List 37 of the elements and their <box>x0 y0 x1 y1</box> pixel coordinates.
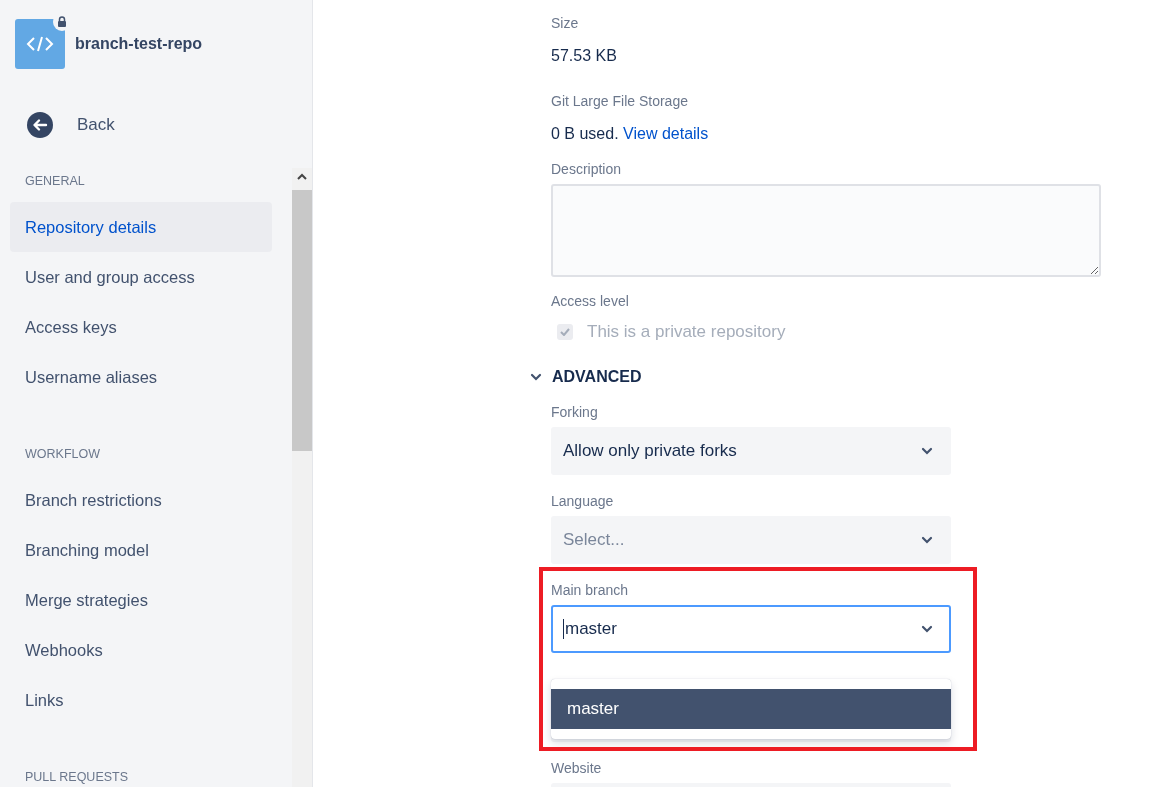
combobox-field[interactable]: master <box>551 605 951 653</box>
field-label: Main branch <box>551 581 630 599</box>
sidebar-item[interactable]: User and group access <box>10 252 272 302</box>
size-value: 57.53 KB <box>551 46 618 66</box>
repository-name: branch-test-repo <box>75 35 203 53</box>
advanced-section-toggle[interactable]: ADVANCED <box>530 368 1166 386</box>
chevron-down-icon <box>921 625 933 633</box>
field-label: Git Large File Storage <box>551 92 689 110</box>
select-field[interactable]: Allow only private forks <box>551 427 951 475</box>
field-label: Language <box>551 492 615 510</box>
sidebar-item[interactable]: Merge strategies <box>10 575 272 625</box>
section-heading: GENERAL <box>25 174 86 190</box>
dropdown-option[interactable]: master <box>551 689 951 729</box>
back-link[interactable]: Back <box>27 112 312 138</box>
sidebar-item[interactable]: Webhooks <box>10 625 272 675</box>
sidebar-item[interactable]: Repository details <box>10 202 272 252</box>
sidebar-item[interactable]: Username aliases <box>10 352 272 402</box>
section-heading: WORKFLOW <box>25 447 101 463</box>
chevron-down-icon <box>530 373 542 381</box>
field-label: Size <box>551 14 580 32</box>
scrollbar[interactable] <box>292 168 312 787</box>
sidebar-item[interactable]: Links <box>10 675 272 725</box>
section-heading: PULL REQUESTS <box>25 770 130 786</box>
view-details-link[interactable]: View details <box>623 125 709 142</box>
description-field[interactable] <box>551 184 1101 277</box>
sidebar-item[interactable]: Access keys <box>10 302 272 352</box>
sidebar-item[interactable]: Branch restrictions <box>10 475 272 525</box>
checkmark-icon <box>560 328 570 336</box>
sidebar-item[interactable]: Branching model <box>10 525 272 575</box>
field-label: Forking <box>551 403 599 421</box>
chevron-down-icon <box>921 447 933 455</box>
field-label: Website <box>551 759 603 777</box>
storage-usage-text: 0 B used. View details <box>551 124 710 144</box>
field-label: Description <box>551 160 623 178</box>
chevron-down-icon <box>921 536 933 544</box>
field-label: Access level <box>551 292 630 310</box>
checkbox-label: This is a private repository <box>587 322 786 342</box>
